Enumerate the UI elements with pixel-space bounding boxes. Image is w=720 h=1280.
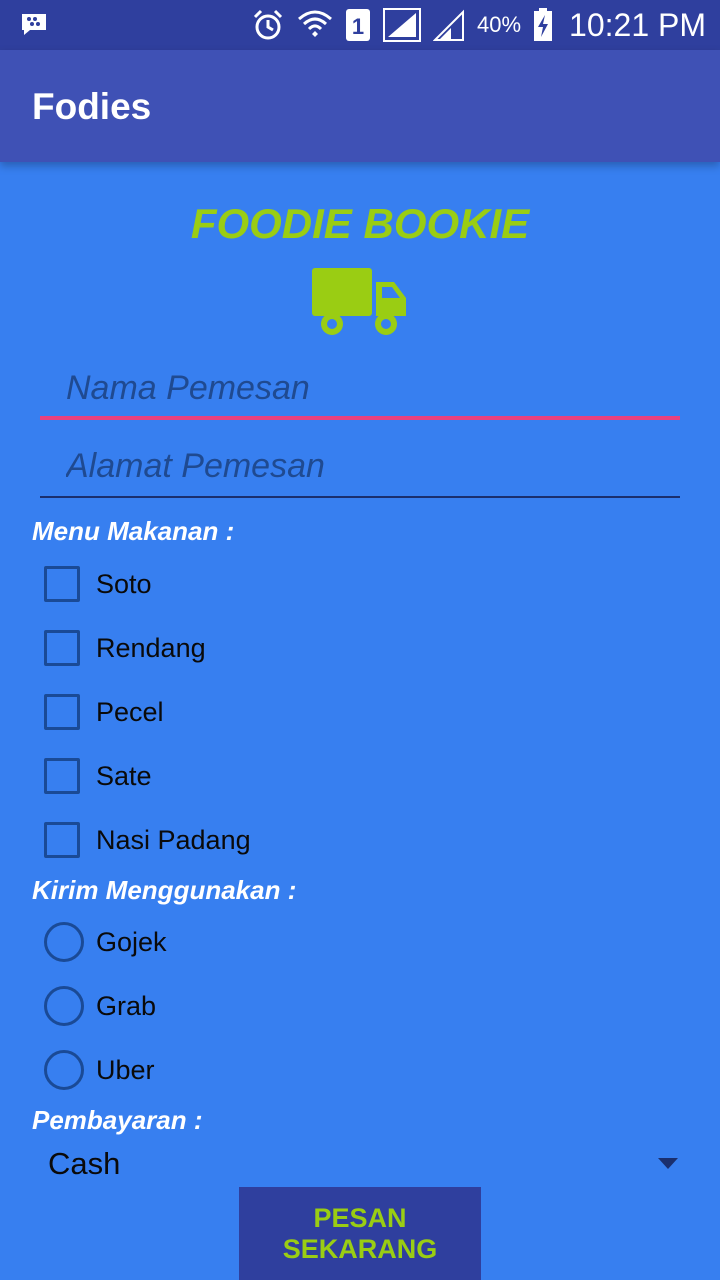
payment-selected-value: Cash: [48, 1146, 121, 1181]
checkbox-rendang[interactable]: Rendang: [44, 624, 206, 672]
checkbox-box[interactable]: [44, 566, 80, 602]
checkbox-soto[interactable]: Soto: [44, 560, 152, 608]
submit-button[interactable]: PESAN SEKARANG: [239, 1187, 481, 1280]
name-field: [40, 360, 680, 420]
alarm-icon: [253, 9, 283, 40]
truck-icon: [312, 268, 406, 335]
radio-grab[interactable]: Grab: [44, 982, 156, 1030]
app-title: Fodies: [32, 86, 152, 127]
bbm-icon: [22, 14, 46, 35]
payment-dropdown[interactable]: Cash: [32, 1138, 688, 1192]
radio-uber[interactable]: Uber: [44, 1046, 155, 1094]
name-input[interactable]: [40, 360, 680, 416]
address-input[interactable]: [40, 438, 680, 494]
battery-charging-icon: [534, 8, 553, 41]
checkbox-box[interactable]: [44, 822, 80, 858]
menu-label: Menu Makanan :: [32, 516, 235, 546]
address-field: [40, 438, 680, 498]
checkbox-label: Pecel: [96, 696, 164, 727]
checkbox-nasi-padang[interactable]: Nasi Padang: [44, 816, 251, 864]
radio-label: Grab: [96, 990, 157, 1021]
app-bar: Fodies: [0, 50, 720, 162]
wifi-icon: [297, 10, 332, 37]
name-input-underline: [40, 416, 680, 420]
radio-gojek[interactable]: Gojek: [44, 918, 167, 966]
checkbox-box[interactable]: [44, 758, 80, 794]
radio-label: Gojek: [96, 926, 167, 957]
status-time: 10:21 PM: [569, 6, 706, 43]
delivery-label: Kirim Menggunakan :: [32, 875, 297, 905]
radio-circle[interactable]: [44, 922, 84, 962]
battery-percent: 40%: [476, 12, 522, 37]
sim-slot-number: 1: [352, 14, 364, 39]
checkbox-label: Rendang: [96, 632, 206, 663]
brand-title: FOODIE BOOKIE: [190, 200, 530, 247]
checkbox-box[interactable]: [44, 630, 80, 666]
address-input-underline: [40, 496, 680, 498]
status-bar: 1 40% 10:21 PM: [0, 0, 720, 50]
radio-circle[interactable]: [44, 1050, 84, 1090]
radio-circle[interactable]: [44, 986, 84, 1026]
signal-icon: [382, 8, 421, 42]
payment-label: Pembayaran :: [32, 1105, 203, 1135]
dropdown-arrow-icon[interactable]: [658, 1158, 678, 1169]
checkbox-label: Soto: [96, 568, 152, 599]
checkbox-box[interactable]: [44, 694, 80, 730]
radio-label: Uber: [96, 1054, 155, 1085]
signal-icon: [432, 9, 464, 41]
checkbox-label: Sate: [96, 760, 152, 791]
status-icons: 1 40% 10:21 PM: [251, 0, 706, 50]
checkbox-label: Nasi Padang: [96, 824, 251, 855]
checkbox-sate[interactable]: Sate: [44, 752, 152, 800]
sim-icon: 1: [345, 9, 370, 41]
checkbox-pecel[interactable]: Pecel: [44, 688, 164, 736]
